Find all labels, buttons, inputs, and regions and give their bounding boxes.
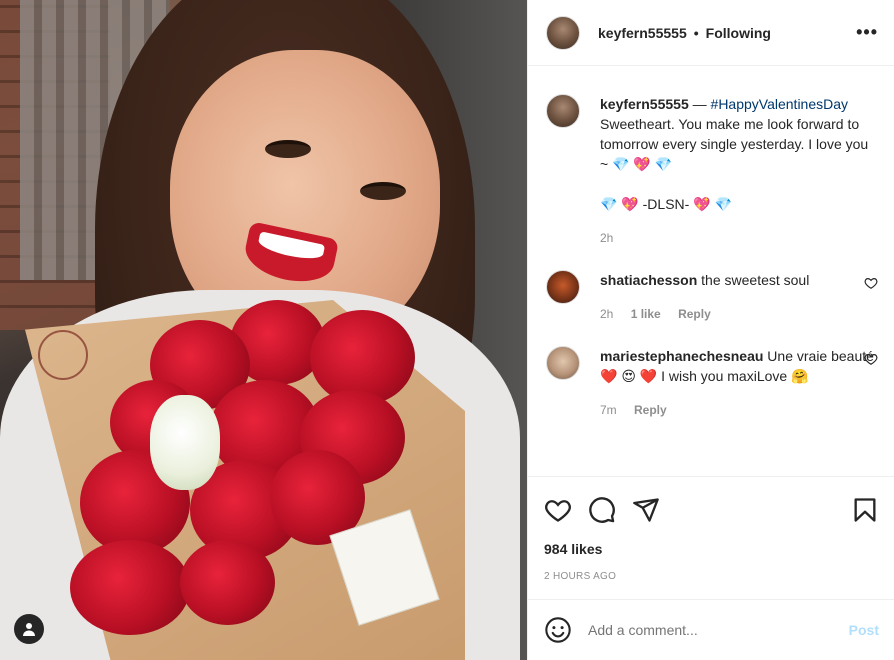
comment-heart-icon[interactable] <box>864 352 878 366</box>
reply-button[interactable]: Reply <box>678 307 711 321</box>
photo-eye-left <box>265 140 311 158</box>
bookmark-icon[interactable] <box>851 496 879 524</box>
comment-likes[interactable]: 1 like <box>631 307 661 321</box>
photo-rose <box>180 540 275 625</box>
avatar[interactable] <box>546 270 580 304</box>
photo-paper-stamp <box>38 330 88 380</box>
emoji-icon[interactable] <box>544 616 572 644</box>
post-button[interactable]: Post <box>849 622 879 638</box>
comment-item: mariestephanechesneau Une vraie beauté ❤… <box>546 346 878 420</box>
caption-text: Sweetheart. You make me look forward to … <box>600 116 869 212</box>
caption-separator: — <box>688 96 711 112</box>
comments-list[interactable]: keyfern55555 — #HappyValentinesDay Sweet… <box>528 66 894 476</box>
photo-rose <box>70 540 190 635</box>
more-icon[interactable]: ••• <box>856 22 878 43</box>
likes-count[interactable]: 984 likes <box>544 541 879 557</box>
user-icon <box>23 623 35 636</box>
reply-button[interactable]: Reply <box>634 403 667 417</box>
photo-eye-right <box>360 182 406 200</box>
caption-time[interactable]: 2h <box>600 231 613 245</box>
comment-username[interactable]: shatiachesson <box>600 272 697 288</box>
comment-username[interactable]: mariestephanechesneau <box>600 348 763 364</box>
avatar[interactable] <box>546 94 580 128</box>
caption: keyfern55555 — #HappyValentinesDay Sweet… <box>546 94 878 248</box>
tagged-users-button[interactable] <box>14 614 44 644</box>
header-username[interactable]: keyfern55555 <box>598 25 687 41</box>
comment-time[interactable]: 7m <box>600 403 617 417</box>
comment-time[interactable]: 2h <box>600 307 613 321</box>
comment-item: shatiachesson the sweetest soul 2h 1 lik… <box>546 270 878 324</box>
avatar[interactable] <box>546 346 580 380</box>
comment-input[interactable] <box>588 622 849 638</box>
photo-white-rose <box>150 395 220 490</box>
share-icon[interactable] <box>632 496 660 524</box>
post-actions: 984 likes 2 HOURS AGO <box>528 476 894 582</box>
post-photo[interactable] <box>0 0 527 660</box>
caption-hashtag[interactable]: #HappyValentinesDay <box>711 96 849 112</box>
caption-username[interactable]: keyfern55555 <box>600 96 689 112</box>
post-side-panel: keyfern55555 • Following ••• keyfern5555… <box>527 0 894 660</box>
post-header: keyfern55555 • Following ••• <box>528 0 894 66</box>
separator-dot: • <box>693 24 699 41</box>
following-button[interactable]: Following <box>706 25 771 41</box>
heart-icon[interactable] <box>544 496 572 524</box>
add-comment-bar: Post <box>528 599 894 660</box>
comment-text: the sweetest soul <box>701 272 810 288</box>
comment-heart-icon[interactable] <box>864 276 878 290</box>
comment-icon[interactable] <box>588 496 616 524</box>
post-timestamp[interactable]: 2 HOURS AGO <box>544 571 879 582</box>
avatar[interactable] <box>546 15 580 50</box>
